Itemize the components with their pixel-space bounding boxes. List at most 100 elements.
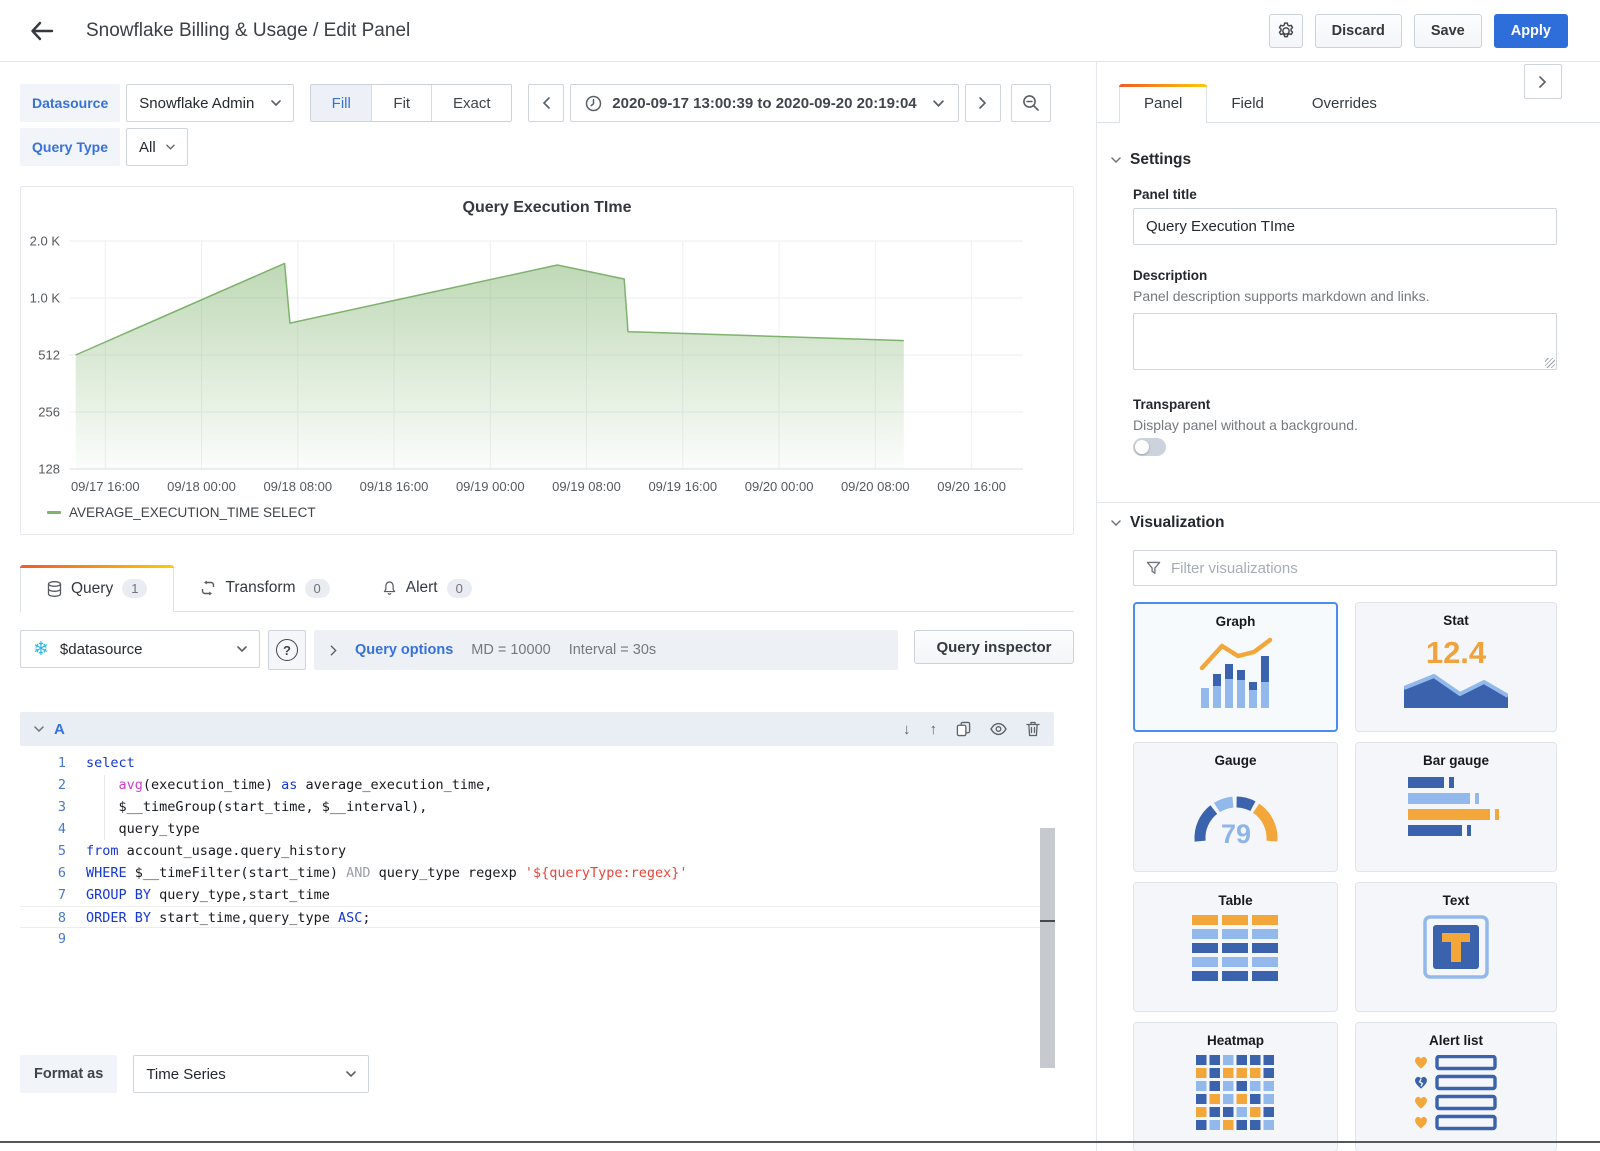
datasource-help-button[interactable]: ? bbox=[268, 630, 306, 670]
panel-title-input[interactable] bbox=[1133, 208, 1557, 245]
code-line[interactable]: 7GROUP BY query_type,start_time bbox=[20, 884, 1054, 906]
visualization-section-header[interactable]: Visualization bbox=[1111, 514, 1224, 532]
fit-mode-segmented: Fill Fit Exact bbox=[310, 84, 512, 122]
tab-panel[interactable]: Panel bbox=[1119, 84, 1207, 122]
query-options-label[interactable]: Query options bbox=[355, 642, 453, 658]
filter-visualizations-input[interactable] bbox=[1171, 560, 1544, 577]
panel-title-label: Panel title bbox=[1133, 187, 1197, 202]
indent-guide bbox=[104, 775, 105, 840]
code-line[interactable]: 8ORDER BY start_time,query_type ASC; bbox=[20, 906, 1054, 928]
panel-settings-button[interactable] bbox=[1269, 14, 1303, 48]
code-line[interactable]: 1select bbox=[20, 752, 1054, 774]
time-shift-back-button[interactable] bbox=[528, 84, 564, 122]
chart-legend[interactable]: AVERAGE_EXECUTION_TIME SELECT bbox=[47, 505, 316, 520]
sql-editor[interactable]: 1select2 avg(execution_time) as average_… bbox=[20, 752, 1054, 1022]
fit-option-fill[interactable]: Fill bbox=[311, 85, 371, 121]
line-number: 5 bbox=[20, 840, 86, 862]
collapse-sidebar-button[interactable] bbox=[1524, 64, 1562, 99]
visualization-grid: Graph Stat 12.4 bbox=[1133, 602, 1557, 1151]
alert-list-viz-icon bbox=[1413, 1055, 1499, 1147]
viz-card-heatmap[interactable]: Heatmap bbox=[1133, 1022, 1338, 1151]
back-button[interactable] bbox=[22, 11, 62, 51]
query-options-interval: Interval = 30s bbox=[569, 642, 656, 658]
svg-text:512: 512 bbox=[38, 348, 60, 363]
move-query-down-button[interactable]: ↓ bbox=[903, 721, 911, 738]
viz-card-bar-gauge[interactable]: Bar gauge bbox=[1355, 742, 1557, 872]
code-line[interactable]: 4 query_type bbox=[20, 818, 1054, 840]
query-options-bar[interactable]: Query options MD = 10000 Interval = 30s bbox=[314, 630, 898, 670]
save-button[interactable]: Save bbox=[1414, 14, 1482, 48]
svg-text:09/20 00:00: 09/20 00:00 bbox=[745, 479, 814, 494]
fit-option-exact[interactable]: Exact bbox=[431, 85, 511, 121]
query-type-label: Query Type bbox=[20, 128, 120, 166]
filter-visualizations-field[interactable] bbox=[1133, 550, 1557, 586]
format-as-label: Format as bbox=[20, 1055, 117, 1093]
fit-option-fit[interactable]: Fit bbox=[371, 85, 431, 121]
editor-scrollbar[interactable] bbox=[1040, 828, 1055, 1068]
header: Snowflake Billing & Usage / Edit Panel D… bbox=[0, 0, 1600, 62]
legend-series-label: AVERAGE_EXECUTION_TIME SELECT bbox=[69, 505, 316, 520]
filter-icon bbox=[1146, 561, 1161, 576]
code-line[interactable]: 5from account_usage.query_history bbox=[20, 840, 1054, 862]
tab-query[interactable]: Query 1 bbox=[20, 565, 174, 611]
format-as-picker[interactable]: Time Series bbox=[133, 1055, 369, 1093]
header-actions: Discard Save Apply bbox=[1269, 14, 1568, 48]
apply-button[interactable]: Apply bbox=[1494, 14, 1568, 48]
viz-card-gauge[interactable]: Gauge 79 bbox=[1133, 742, 1338, 872]
snowflake-icon: ❄ bbox=[33, 640, 49, 659]
tab-alert[interactable]: Alert 0 bbox=[356, 565, 498, 611]
viz-card-stat[interactable]: Stat 12.4 bbox=[1355, 602, 1557, 732]
description-textarea[interactable] bbox=[1133, 313, 1557, 370]
discard-button[interactable]: Discard bbox=[1315, 14, 1402, 48]
table-viz-icon bbox=[1192, 915, 1280, 981]
time-shift-forward-button[interactable] bbox=[965, 84, 1001, 122]
viz-card-graph[interactable]: Graph bbox=[1133, 602, 1338, 732]
code-line[interactable]: 6WHERE $__timeFilter(start_time) AND que… bbox=[20, 862, 1054, 884]
viz-card-table[interactable]: Table bbox=[1133, 882, 1338, 1012]
toggle-query-visibility-button[interactable] bbox=[990, 722, 1007, 736]
line-number: 4 bbox=[20, 818, 86, 840]
options-sidebar: Panel Field Overrides Settings Panel tit… bbox=[1096, 62, 1600, 1151]
chevron-down-icon bbox=[1111, 520, 1121, 526]
settings-section-header[interactable]: Settings bbox=[1111, 151, 1191, 169]
stat-viz-icon bbox=[1404, 672, 1508, 708]
line-number: 6 bbox=[20, 862, 86, 884]
code-text: from account_usage.query_history bbox=[86, 840, 346, 862]
query-type-picker[interactable]: All bbox=[126, 128, 188, 166]
svg-text:09/20 16:00: 09/20 16:00 bbox=[937, 479, 1006, 494]
query-datasource-picker[interactable]: ❄ $datasource bbox=[20, 630, 260, 668]
viz-card-text[interactable]: Text bbox=[1355, 882, 1557, 1012]
tab-field[interactable]: Field bbox=[1207, 84, 1288, 122]
legend-series-swatch bbox=[47, 511, 61, 514]
datasource-picker[interactable]: Snowflake Admin bbox=[126, 84, 294, 122]
code-line[interactable]: 3 $__timeGroup(start_time, $__interval), bbox=[20, 796, 1054, 818]
toggle-knob bbox=[1135, 440, 1149, 454]
tab-overrides[interactable]: Overrides bbox=[1288, 84, 1401, 122]
gauge-viz-icon: 79 bbox=[1181, 775, 1291, 847]
timeseries-chart[interactable]: 2.0 K1.0 K51225612809/17 16:0009/18 00:0… bbox=[21, 227, 1075, 499]
query-inspector-button[interactable]: Query inspector bbox=[914, 630, 1074, 664]
move-query-up-button[interactable]: ↑ bbox=[930, 721, 938, 738]
viz-card-alert-list[interactable]: Alert list bbox=[1355, 1022, 1557, 1151]
transform-icon bbox=[200, 580, 216, 596]
caret-down-icon bbox=[237, 646, 247, 652]
tab-transform[interactable]: Transform 0 bbox=[174, 565, 355, 611]
code-line[interactable]: 2 avg(execution_time) as average_executi… bbox=[20, 774, 1054, 796]
code-line[interactable]: 9 bbox=[20, 928, 1054, 950]
delete-query-button[interactable] bbox=[1026, 721, 1040, 737]
panel-preview: Query Execution TIme 2.0 K1.0 K512256128… bbox=[20, 186, 1074, 535]
grafana-edit-panel-window: Snowflake Billing & Usage / Edit Panel D… bbox=[0, 0, 1600, 1151]
svg-text:128: 128 bbox=[38, 462, 60, 477]
window-bottom-edge bbox=[0, 1141, 1600, 1143]
search-minus-icon bbox=[1022, 94, 1040, 112]
line-number: 7 bbox=[20, 884, 86, 906]
page-title: Snowflake Billing & Usage / Edit Panel bbox=[86, 20, 410, 42]
transparent-toggle[interactable] bbox=[1133, 438, 1166, 456]
chevron-left-icon bbox=[542, 97, 550, 109]
duplicate-query-button[interactable] bbox=[956, 721, 971, 737]
time-range-picker[interactable]: 2020-09-17 13:00:39 to 2020-09-20 20:19:… bbox=[570, 84, 958, 122]
textarea-resize-grip[interactable] bbox=[1545, 358, 1555, 368]
sidebar-divider bbox=[1097, 502, 1600, 503]
zoom-out-time-button[interactable] bbox=[1011, 84, 1051, 122]
query-ref-header[interactable]: A ↓ ↑ bbox=[20, 712, 1054, 746]
